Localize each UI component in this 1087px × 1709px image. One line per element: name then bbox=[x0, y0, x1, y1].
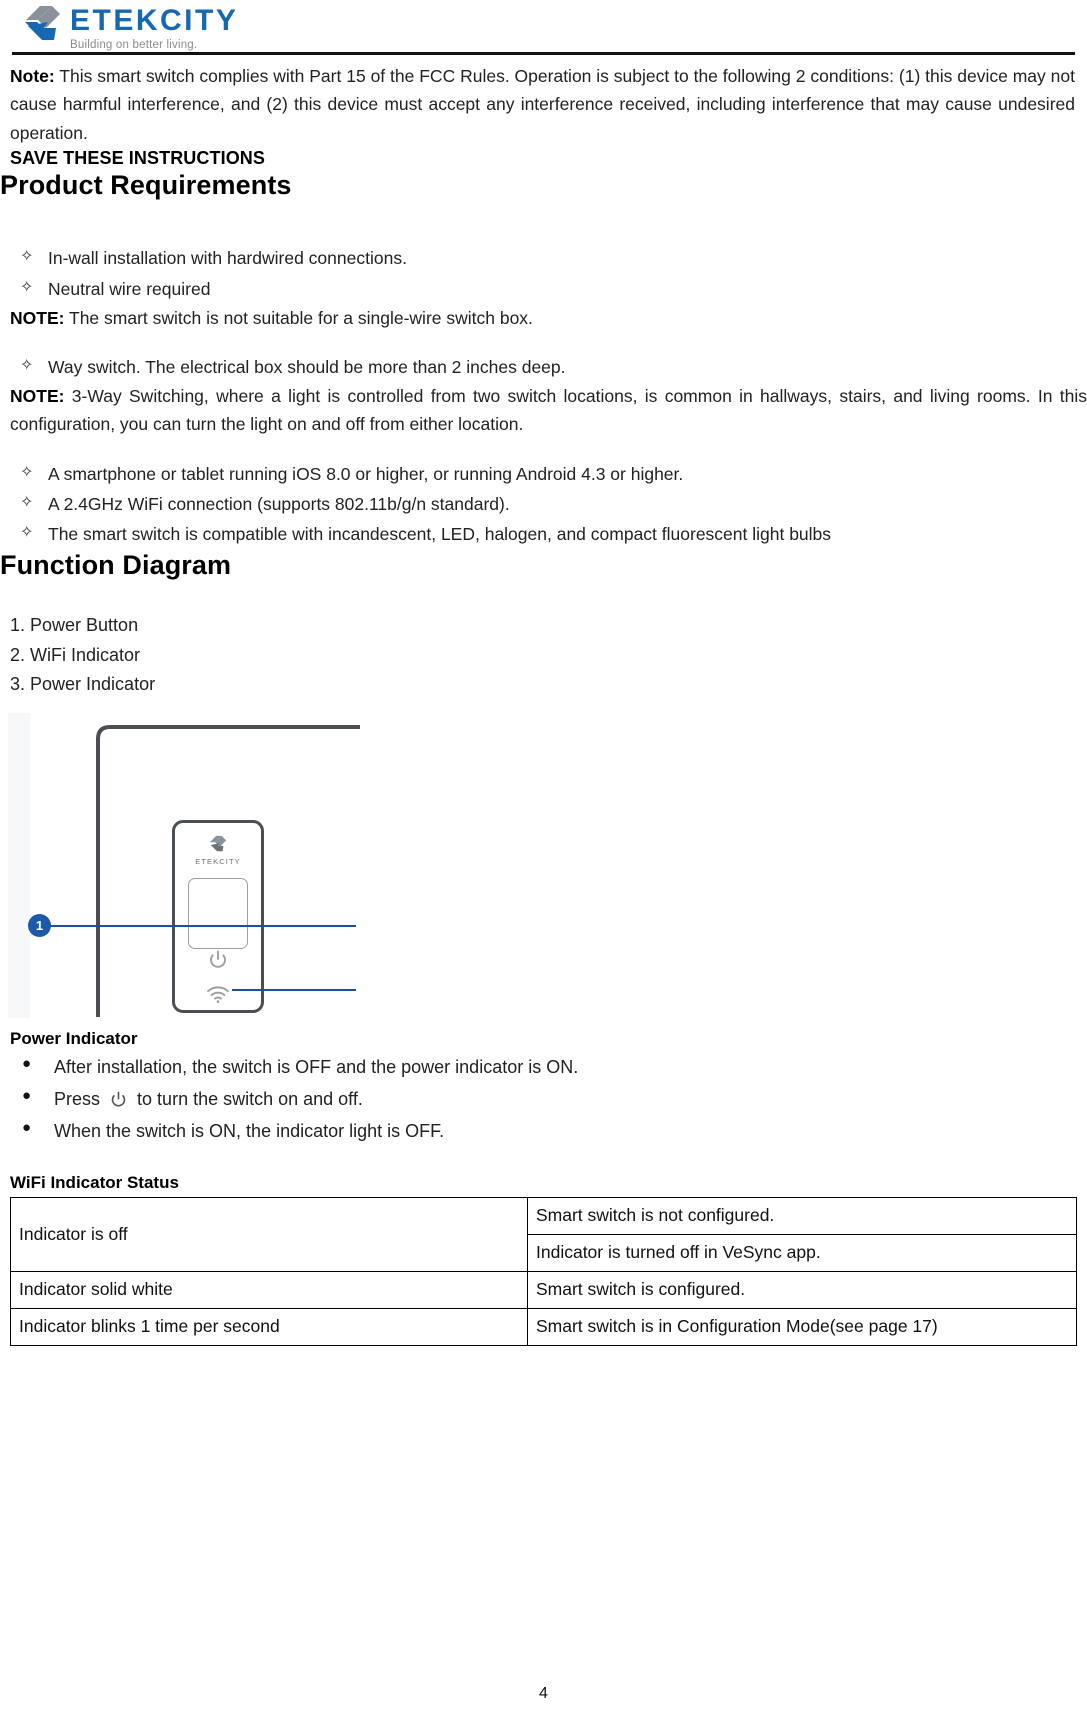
list-item-label: The smart switch is compatible with inca… bbox=[48, 523, 832, 544]
list-item-label: A smartphone or tablet running iOS 8.0 o… bbox=[48, 463, 684, 484]
note-text: 3-Way Switching, where a light is contro… bbox=[10, 386, 1087, 435]
note-label: NOTE: bbox=[10, 386, 65, 407]
round-bullet-icon: ● bbox=[22, 1054, 32, 1072]
table-cell-meaning: Smart switch is configured. bbox=[527, 1270, 1077, 1309]
note-text: This smart switch complies with Part 15 … bbox=[10, 66, 1075, 143]
power-icon bbox=[110, 1086, 127, 1107]
requirements-group-1: ✧ In-wall installation with hardwired co… bbox=[0, 243, 1087, 303]
table-row: Indicator solid white Smart switch is co… bbox=[10, 1270, 1077, 1309]
document-page: ETEKCITY Building on better living. Note… bbox=[0, 0, 1087, 1709]
requirements-note-1: NOTE: The smart switch is not suitable f… bbox=[10, 304, 1087, 332]
callout-label: 1 bbox=[35, 917, 44, 933]
round-bullet-icon: ● bbox=[22, 1118, 32, 1136]
table-cell-meaning: Smart switch is in Configuration Mode(se… bbox=[527, 1307, 1077, 1346]
list-item-label: When the switch is ON, the indicator lig… bbox=[54, 1120, 445, 1141]
subheading-wifi-indicator-status: WiFi Indicator Status bbox=[10, 1172, 179, 1192]
table-cell-condition: Indicator is off bbox=[10, 1196, 528, 1272]
brand-tagline: Building on better living. bbox=[70, 38, 198, 51]
leader-line-power-button bbox=[44, 924, 356, 928]
list-item: ✧ In-wall installation with hardwired co… bbox=[0, 243, 1087, 273]
table-cell-meaning: Smart switch is not configured. bbox=[527, 1196, 1077, 1235]
diamond-bullet-icon: ✧ bbox=[20, 463, 34, 481]
list-item: ✧ Neutral wire required bbox=[0, 274, 1087, 304]
power-indicator-list: ● After installation, the switch is OFF … bbox=[0, 1051, 1087, 1147]
leader-line-wifi-indicator bbox=[232, 988, 356, 992]
switch-diagram: ETEKCITY 1 bbox=[0, 705, 430, 1025]
list-item-label-post: to turn the switch on and off. bbox=[137, 1088, 363, 1109]
diamond-bullet-icon: ✧ bbox=[20, 278, 34, 296]
power-icon bbox=[208, 950, 228, 970]
diamond-bullet-icon: ✧ bbox=[20, 493, 34, 511]
etekcity-logo-icon bbox=[22, 4, 64, 44]
requirements-group-2: ✧ Way switch. The electrical box should … bbox=[0, 352, 1087, 382]
table-cell-meaning: Indicator is turned off in VeSync app. bbox=[527, 1233, 1077, 1272]
wifi-status-table: Indicator is off Smart switch is not con… bbox=[10, 1196, 1077, 1346]
brand-header: ETEKCITY Building on better living. bbox=[0, 0, 1087, 51]
save-instructions-heading: SAVE THESE INSTRUCTIONS bbox=[10, 148, 265, 169]
callout-marker-1: 1 bbox=[28, 913, 51, 937]
header-divider bbox=[12, 52, 1075, 55]
note-label: Note: bbox=[10, 66, 55, 86]
list-item: ✧ A 2.4GHz WiFi connection (supports 802… bbox=[0, 489, 1087, 519]
list-item: ● After installation, the switch is OFF … bbox=[0, 1051, 1087, 1083]
page-title-function-diagram: Function Diagram bbox=[0, 550, 232, 581]
device-brand: ETEKCITY bbox=[175, 835, 261, 866]
diamond-bullet-icon: ✧ bbox=[20, 248, 34, 266]
list-item-label: After installation, the switch is OFF an… bbox=[54, 1056, 579, 1077]
function-legend: 1. Power Button 2. WiFi Indicator 3. Pow… bbox=[10, 611, 1087, 698]
page-number: 4 bbox=[539, 1685, 548, 1702]
note-text: The smart switch is not suitable for a s… bbox=[69, 307, 533, 328]
legend-item-wifi-indicator: 2. WiFi Indicator bbox=[10, 644, 141, 665]
etekcity-logo-icon bbox=[208, 835, 228, 854]
brand-wordmark: ETEKCITY Building on better living. bbox=[70, 4, 239, 51]
device-brand-label: ETEKCITY bbox=[195, 856, 241, 866]
list-item: ✧ The smart switch is compatible with in… bbox=[0, 519, 1087, 549]
table-row: Indicator blinks 1 time per second Smart… bbox=[10, 1307, 1077, 1346]
list-item-label: A 2.4GHz WiFi connection (supports 802.1… bbox=[48, 493, 510, 514]
switch-faceplate: ETEKCITY bbox=[172, 819, 264, 1013]
brand-name: ETEKCITY bbox=[70, 4, 239, 37]
diamond-bullet-icon: ✧ bbox=[20, 356, 34, 374]
list-item: ● When the switch is ON, the indicator l… bbox=[0, 1115, 1087, 1147]
list-item-label: Way switch. The electrical box should be… bbox=[48, 356, 566, 377]
legend-item-power-button: 1. Power Button bbox=[10, 615, 139, 636]
table-cell-condition: Indicator solid white bbox=[10, 1270, 528, 1309]
note-label: NOTE: bbox=[10, 307, 65, 328]
fcc-note: Note: This smart switch complies with Pa… bbox=[10, 62, 1075, 147]
list-item: ● Press to turn the switch on and off. bbox=[0, 1083, 1087, 1115]
subheading-power-indicator: Power Indicator bbox=[10, 1028, 138, 1048]
product-requirements-list: ✧ In-wall installation with hardwired co… bbox=[0, 243, 1087, 549]
diamond-bullet-icon: ✧ bbox=[20, 523, 34, 541]
legend-item-power-indicator: 3. Power Indicator bbox=[10, 673, 156, 694]
list-item: ✧ A smartphone or tablet running iOS 8.0… bbox=[0, 459, 1087, 489]
list-item-label-pre: Press bbox=[54, 1088, 101, 1109]
requirements-note-2: NOTE: 3-Way Switching, where a light is … bbox=[10, 382, 1087, 439]
wifi-icon bbox=[206, 986, 230, 1003]
requirements-group-3: ✧ A smartphone or tablet running iOS 8.0… bbox=[0, 459, 1087, 549]
round-bullet-icon: ● bbox=[22, 1086, 32, 1104]
list-item: ✧ Way switch. The electrical box should … bbox=[0, 352, 1087, 382]
list-item-label: Neutral wire required bbox=[48, 278, 211, 299]
table-cell-condition: Indicator blinks 1 time per second bbox=[10, 1307, 528, 1346]
page-title-product-requirements: Product Requirements bbox=[0, 170, 292, 201]
list-item-label: In-wall installation with hardwired conn… bbox=[48, 248, 407, 269]
table-row: Indicator is off Smart switch is not con… bbox=[10, 1196, 1077, 1272]
power-button[interactable] bbox=[188, 877, 248, 949]
